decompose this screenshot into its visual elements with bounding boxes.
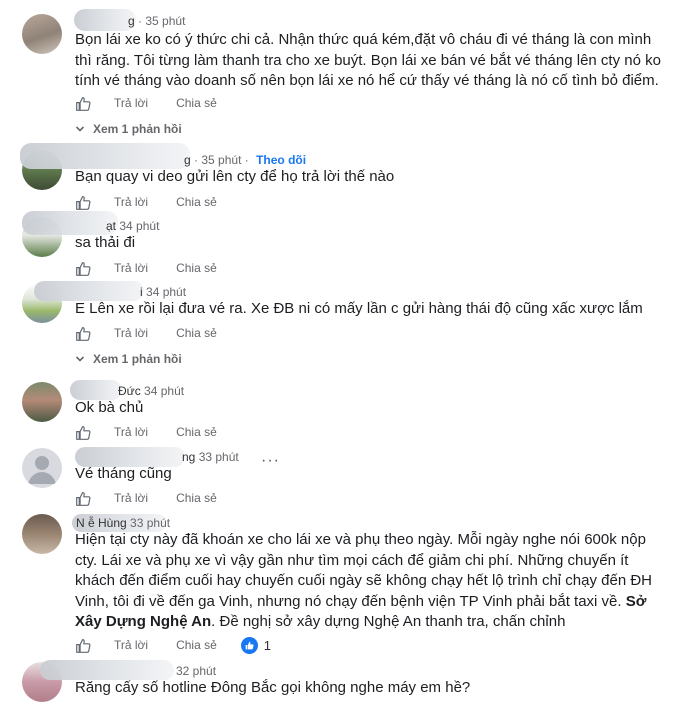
share-button[interactable]: Chia sẻ xyxy=(176,638,217,652)
author-name-redacted[interactable] xyxy=(70,380,122,400)
avatar[interactable] xyxy=(22,514,62,554)
comment-meta: g · 35 phút · Theo dõi xyxy=(184,153,307,167)
comment-meta: 32 phút xyxy=(176,664,216,678)
share-button[interactable]: Chia sẻ xyxy=(176,326,217,340)
timestamp[interactable]: 35 phút xyxy=(145,14,185,28)
view-replies-label: Xem 1 phản hồi xyxy=(93,122,182,136)
follow-button[interactable]: Theo dõi xyxy=(256,153,306,167)
author-name-redacted[interactable] xyxy=(22,211,118,235)
author-name[interactable]: N ễ Hùng xyxy=(76,516,127,530)
reply-button[interactable]: Trả lời xyxy=(114,638,148,652)
timestamp[interactable]: 34 phút xyxy=(119,219,159,233)
comment-actions: Trả lời Chia sẻ xyxy=(75,488,217,508)
share-button[interactable]: Chia sẻ xyxy=(176,491,217,505)
timestamp[interactable]: 33 phút xyxy=(199,450,239,464)
author-name[interactable]: g xyxy=(128,14,135,28)
comment-text: sa thải đi xyxy=(75,234,136,251)
reply-button[interactable]: Trả lời xyxy=(114,261,148,275)
timestamp[interactable]: 34 phút xyxy=(146,285,186,299)
reply-button[interactable]: Trả lời xyxy=(114,425,148,439)
comment-meta: Đức 34 phút xyxy=(118,384,184,398)
comment-text: Bọn lái xe ko có ý thức chi cả. Nhận thứ… xyxy=(75,31,661,89)
comment-actions: Trả lời Chia sẻ xyxy=(75,422,217,442)
reply-button[interactable]: Trả lời xyxy=(114,195,148,209)
comment-feed: g · 35 phút Bọn lái xe ko có ý thức chi … xyxy=(0,0,682,711)
thumbs-up-outline-icon[interactable] xyxy=(75,194,92,211)
thumbs-up-outline-icon[interactable] xyxy=(75,490,92,507)
avatar[interactable] xyxy=(22,382,62,422)
comment-text: E Lên xe rồi lại đưa vé ra. Xe ĐB ni có … xyxy=(75,300,643,317)
comment-actions: Trả lời Chia sẻ xyxy=(75,192,217,212)
thumbs-up-outline-icon[interactable] xyxy=(75,424,92,441)
reaction-count: 1 xyxy=(263,637,272,653)
author-name-redacted[interactable] xyxy=(34,281,144,301)
timestamp[interactable]: 35 phút xyxy=(201,153,241,167)
default-avatar-icon xyxy=(28,456,56,484)
thumbs-up-outline-icon[interactable] xyxy=(75,260,92,277)
comment-meta: ng 33 phút xyxy=(182,450,239,464)
author-name[interactable]: Đức xyxy=(118,384,141,398)
reply-button[interactable]: Trả lời xyxy=(114,326,148,340)
comment-meta: i 34 phút xyxy=(140,285,186,299)
timestamp[interactable]: 32 phút xyxy=(176,664,216,678)
author-name-redacted[interactable] xyxy=(40,660,174,680)
author-name[interactable]: i xyxy=(140,285,143,299)
avatar[interactable] xyxy=(22,448,62,488)
author-name-redacted[interactable] xyxy=(74,9,136,31)
comment-text: Hiện tại cty này đã khoán xe cho lái xe … xyxy=(75,530,665,633)
comment-text: Bạn quay vi deo gửi lên cty để họ trả lờ… xyxy=(75,168,395,185)
comment-actions: Trả lời Chia sẻ xyxy=(75,93,217,113)
comment-text-part: Hiện tại cty này đã khoán xe cho lái xe … xyxy=(75,531,653,610)
comment-meta: g · 35 phút xyxy=(128,14,186,28)
comment-meta: ạt 34 phút xyxy=(106,219,159,233)
author-name[interactable]: g xyxy=(184,153,191,167)
author-name[interactable]: ng xyxy=(182,450,195,464)
chevron-down-icon xyxy=(75,356,85,362)
share-button[interactable]: Chia sẻ xyxy=(176,261,217,275)
author-name-redacted[interactable] xyxy=(20,143,190,169)
view-replies-button[interactable]: Xem 1 phản hồi xyxy=(75,352,182,366)
reaction-summary[interactable]: 1 xyxy=(240,636,272,654)
view-replies-label: Xem 1 phản hồi xyxy=(93,352,182,366)
thumbs-up-outline-icon[interactable] xyxy=(75,95,92,112)
comment-actions: Trả lời Chia sẻ xyxy=(75,258,217,278)
thumbs-up-outline-icon[interactable] xyxy=(75,637,92,654)
comment-text: Răng cấy số hotline Đông Bắc gọi không n… xyxy=(75,679,471,696)
avatar[interactable] xyxy=(22,14,62,54)
like-reaction-icon xyxy=(240,636,258,654)
reply-button[interactable]: Trả lời xyxy=(114,96,148,110)
reply-button[interactable]: Trả lời xyxy=(114,491,148,505)
share-button[interactable]: Chia sẻ xyxy=(176,425,217,439)
share-button[interactable]: Chia sẻ xyxy=(176,195,217,209)
comment-text-part: . Đề nghị sở xây dựng Nghệ An thanh tra,… xyxy=(211,613,566,630)
view-replies-button[interactable]: Xem 1 phản hồi xyxy=(75,122,182,136)
comment-text: Ok bà chủ xyxy=(75,399,144,416)
comment-actions: Trả lời Chia sẻ xyxy=(75,323,217,343)
comment-actions: Trả lời Chia sẻ 1 xyxy=(75,635,271,655)
timestamp[interactable]: 33 phút xyxy=(130,516,170,530)
thumbs-up-outline-icon[interactable] xyxy=(75,325,92,342)
share-button[interactable]: Chia sẻ xyxy=(176,96,217,110)
author-name[interactable]: ạt xyxy=(106,219,116,233)
timestamp[interactable]: 34 phút xyxy=(144,384,184,398)
chevron-down-icon xyxy=(75,126,85,132)
comment-text: Vé tháng cũng xyxy=(75,465,172,482)
comment-meta: N ễ Hùng 33 phút xyxy=(76,516,170,530)
